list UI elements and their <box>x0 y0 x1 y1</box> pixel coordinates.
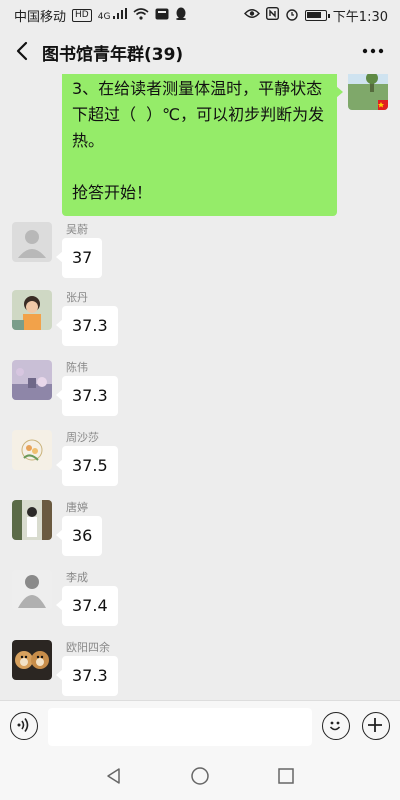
message-row: 欧阳四余 37.3 <box>0 640 400 700</box>
avatar[interactable] <box>12 290 52 330</box>
battery-icon <box>304 10 330 21</box>
child-photo-avatar <box>12 290 52 330</box>
plus-icon <box>368 718 382 732</box>
message-row: 李成 37.4 <box>0 570 400 640</box>
page-title: 图书馆青年群(39) <box>42 45 184 65</box>
avatar[interactable] <box>12 570 52 610</box>
back-button[interactable] <box>10 38 36 64</box>
nav-home-button[interactable] <box>190 766 210 786</box>
square-recents-icon <box>278 768 294 784</box>
message-bubble[interactable]: 37.3 <box>56 306 118 346</box>
more-button[interactable] <box>360 38 386 64</box>
chat-header: 图书馆青年群(39) <box>0 28 400 74</box>
message-bubble[interactable]: 37.5 <box>56 446 118 486</box>
wifi-icon <box>133 7 149 24</box>
avatar[interactable] <box>12 222 52 262</box>
sender-name: 陈伟 <box>66 361 88 374</box>
message-row: 张丹 37.3 <box>0 290 400 360</box>
voice-icon <box>17 718 29 732</box>
message-bubble[interactable]: 37 <box>55 238 103 278</box>
sender-name: 周沙莎 <box>66 431 99 444</box>
carrier-label: 中国移动 <box>14 10 67 25</box>
circle-home-icon <box>191 767 209 785</box>
default-user-avatar-icon <box>12 222 52 262</box>
emoji-icon <box>329 721 341 731</box>
avatar[interactable] <box>12 430 52 470</box>
message-notification-icon <box>155 8 169 24</box>
signal-4g-icon: 4G <box>97 7 128 24</box>
emoji-button[interactable] <box>322 712 350 740</box>
message-row: 陈伟 37.3 <box>0 360 400 430</box>
sender-name: 张丹 <box>66 291 88 304</box>
hd-badge: HD <box>72 9 92 22</box>
sender-name: 唐婷 <box>66 501 88 514</box>
eye-icon <box>243 8 260 23</box>
clock-time: 下午1:30 <box>332 10 388 25</box>
avatar[interactable] <box>12 360 52 400</box>
flower-drawing-avatar <box>12 430 52 470</box>
person-photo-avatar <box>12 500 52 540</box>
sender-name: 吴蔚 <box>66 223 88 236</box>
message-bubble[interactable]: 37.4 <box>56 586 118 626</box>
triangle-back-icon <box>107 768 120 784</box>
signal-label: 4G <box>97 11 111 22</box>
nav-back-button[interactable] <box>104 766 124 786</box>
message-row: 周沙莎 37.5 <box>0 430 400 500</box>
chevron-left-icon <box>16 41 28 61</box>
status-bar: 中国移动 HD 4G 下午1:30 <box>0 0 400 28</box>
grey-figure-avatar <box>12 570 52 610</box>
qq-icon <box>175 7 187 24</box>
nav-recents-button[interactable] <box>276 766 296 786</box>
alarm-icon <box>285 7 299 25</box>
dogs-photo-avatar <box>12 640 52 680</box>
avatar[interactable] <box>12 500 52 540</box>
room-photo-avatar <box>12 360 52 400</box>
message-bubble[interactable]: 36 <box>55 516 103 556</box>
message-row: 唐婷 36 <box>0 500 400 570</box>
message-bubble[interactable]: 37.3 <box>56 376 118 416</box>
landscape-avatar-image <box>348 74 388 110</box>
message-input[interactable] <box>48 708 312 746</box>
my-message-bubble[interactable]: 3、在给读者测量体温时，平静状态下超过（ ）℃，可以初步判断为发热。 抢答开始！ <box>62 74 343 216</box>
input-bar <box>0 700 400 752</box>
my-avatar[interactable] <box>348 74 388 110</box>
sender-name: 欧阳四余 <box>66 641 110 654</box>
nfc-icon <box>265 6 279 24</box>
sender-name: 李成 <box>66 571 88 584</box>
voice-button[interactable] <box>10 712 38 740</box>
message-bubble[interactable]: 37.3 <box>56 656 118 696</box>
message-row: 吴蔚 37 <box>0 222 400 292</box>
avatar[interactable] <box>12 640 52 680</box>
chat-message-list[interactable]: 3、在给读者测量体温时，平静状态下超过（ ）℃，可以初步判断为发热。 抢答开始！… <box>0 74 400 700</box>
system-nav-bar <box>0 752 400 800</box>
plus-button[interactable] <box>362 712 390 740</box>
more-dots-icon <box>362 48 384 54</box>
